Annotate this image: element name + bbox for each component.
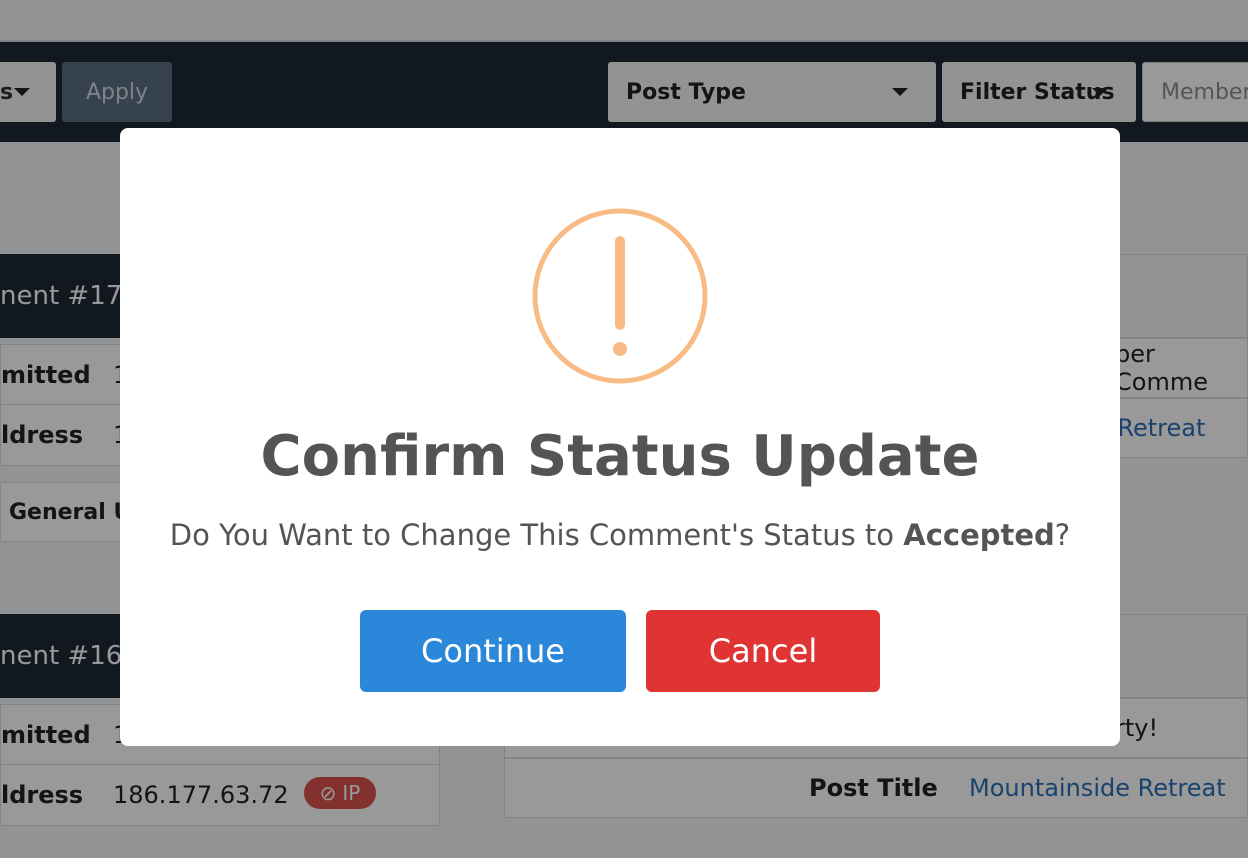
cancel-button[interactable]: Cancel (646, 610, 880, 692)
continue-button[interactable]: Continue (360, 610, 626, 692)
message-status: Accepted (903, 518, 1055, 552)
dialog-message: Do You Want to Change This Comment's Sta… (120, 518, 1120, 552)
dialog-title: Confirm Status Update (260, 424, 980, 489)
confirm-dialog: Confirm Status Update Do You Want to Cha… (120, 128, 1120, 746)
message-prefix: Do You Want to Change This Comment's Sta… (169, 518, 904, 552)
message-suffix: ? (1054, 518, 1071, 552)
warning-icon (532, 208, 708, 384)
